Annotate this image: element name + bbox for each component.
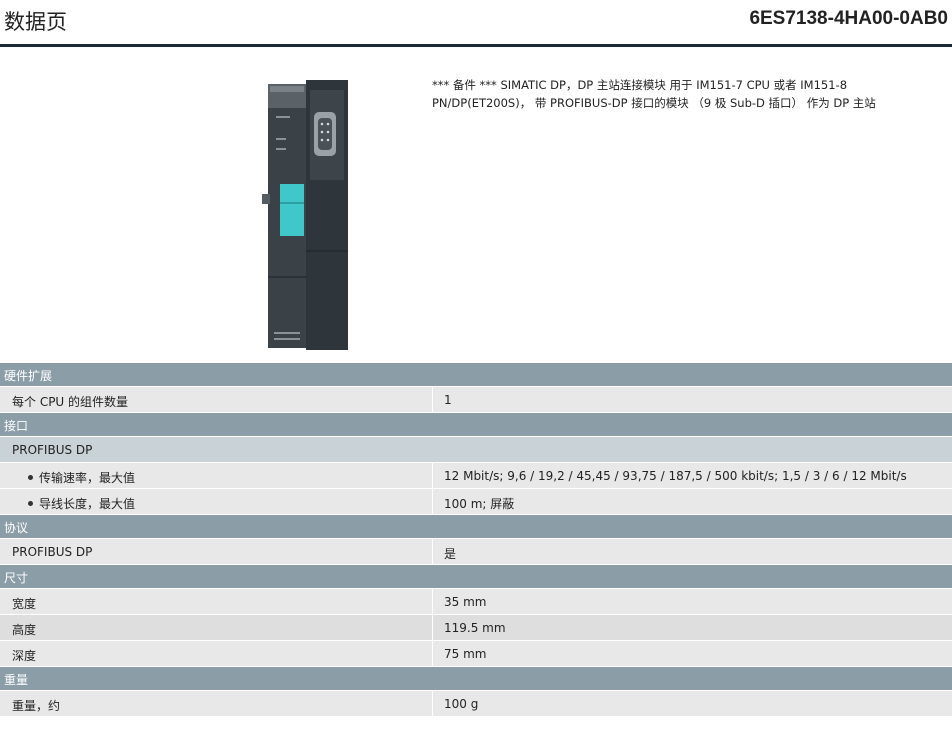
section-title: 协议 [4, 521, 29, 535]
section-title: 硬件扩展 [4, 369, 53, 383]
spec-table: 硬件扩展 每个 CPU 的组件数量 1 接口 PROFIBUS DP 传输速率，… [0, 363, 952, 717]
table-subsection-row: PROFIBUS DP [0, 437, 952, 463]
section-hardware-expansion: 硬件扩展 [0, 363, 952, 387]
section-title: 重量 [4, 673, 29, 687]
table-row: 传输速率，最大值 12 Mbit/s; 9,6 / 19,2 / 45,45 /… [0, 463, 952, 489]
row-label: PROFIBUS DP [12, 545, 93, 559]
row-value: 119.5 mm [444, 621, 506, 635]
section-dimensions: 尺寸 [0, 565, 952, 589]
row-label: 导线长度，最大值 [28, 495, 135, 512]
column-divider [432, 691, 433, 716]
row-label: 宽度 [12, 597, 37, 611]
section-interface: 接口 [0, 413, 952, 437]
product-description: *** 备件 *** SIMATIC DP，DP 主站连接模块 用于 IM151… [432, 78, 876, 110]
column-divider [432, 387, 433, 412]
table-row: 宽度 35 mm [0, 589, 952, 615]
table-row: 深度 75 mm [0, 641, 952, 667]
section-protocol: 协议 [0, 515, 952, 539]
section-weight: 重量 [0, 667, 952, 691]
row-value: 12 Mbit/s; 9,6 / 19,2 / 45,45 / 93,75 / … [444, 469, 907, 483]
section-title: 接口 [4, 419, 29, 433]
row-value: 是 [444, 547, 457, 561]
subsection-label: PROFIBUS DP [12, 443, 93, 457]
product-module-photo [262, 80, 348, 350]
column-divider [432, 463, 433, 488]
table-row: PROFIBUS DP 是 [0, 539, 952, 565]
row-value: 35 mm [444, 595, 487, 609]
table-row: 导线长度，最大值 100 m; 屏蔽 [0, 489, 952, 515]
table-row: 每个 CPU 的组件数量 1 [0, 387, 952, 413]
column-divider [432, 539, 433, 564]
column-divider [432, 589, 433, 614]
column-divider [432, 641, 433, 666]
page-header: 数据页 6ES7138-4HA00-0AB0 [0, 0, 952, 44]
bullet-icon [28, 501, 33, 506]
header-divider [0, 44, 952, 47]
order-number: 6ES7138-4HA00-0AB0 [749, 8, 948, 29]
column-divider [432, 615, 433, 640]
page-title: 数据页 [4, 10, 67, 34]
row-label: 每个 CPU 的组件数量 [12, 395, 129, 409]
row-label: 高度 [12, 623, 37, 637]
column-divider [432, 489, 433, 514]
table-row: 高度 119.5 mm [0, 615, 952, 641]
table-row: 重量，约 100 g [0, 691, 952, 717]
section-title: 尺寸 [4, 571, 29, 585]
row-value: 1 [444, 393, 452, 407]
bullet-icon [28, 475, 33, 480]
row-label: 深度 [12, 649, 37, 663]
row-value: 75 mm [444, 647, 487, 661]
row-label: 传输速率，最大值 [28, 469, 135, 486]
row-label: 重量，约 [12, 699, 61, 713]
row-value: 100 m; 屏蔽 [444, 497, 515, 511]
row-value: 100 g [444, 697, 479, 711]
